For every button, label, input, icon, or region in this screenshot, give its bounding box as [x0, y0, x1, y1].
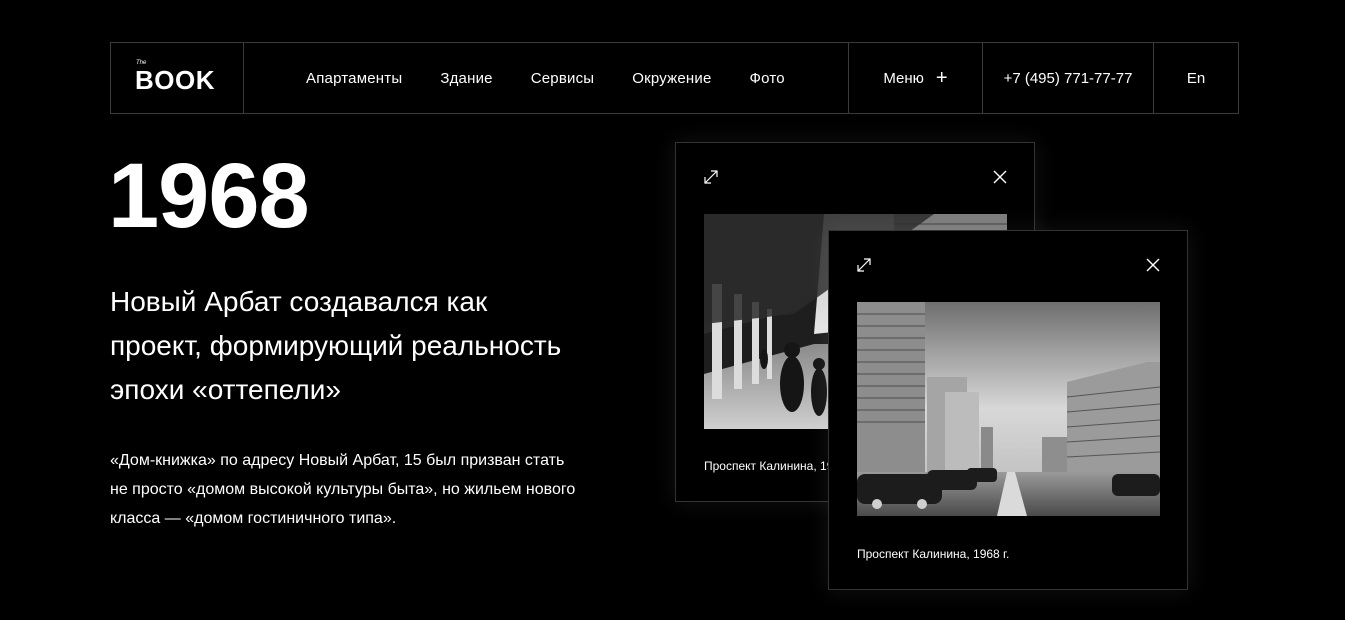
- logo-main-text: BOOK: [135, 65, 215, 95]
- photo-card: Проспект Калинина, 1968 г.: [828, 230, 1188, 590]
- nav-link-surroundings[interactable]: Окружение: [632, 70, 711, 87]
- menu-button[interactable]: Меню +: [848, 43, 982, 113]
- page-title-year: 1968: [108, 145, 310, 247]
- main-nav: Апартаменты Здание Сервисы Окружение Фот…: [244, 43, 848, 113]
- nav-link-apartments[interactable]: Апартаменты: [306, 70, 402, 87]
- nav-link-services[interactable]: Сервисы: [531, 70, 595, 87]
- nav-link-building[interactable]: Здание: [440, 70, 492, 87]
- close-icon[interactable]: [1146, 258, 1160, 272]
- expand-icon[interactable]: [857, 258, 871, 272]
- close-icon[interactable]: [993, 170, 1007, 184]
- description-text: «Дом-книжка» по адресу Новый Арбат, 15 б…: [110, 452, 576, 527]
- archive-photo: [857, 302, 1160, 516]
- expand-icon[interactable]: [704, 170, 718, 184]
- logo[interactable]: The BOOK: [111, 43, 244, 113]
- site-header: The BOOK Апартаменты Здание Сервисы Окру…: [110, 42, 1239, 114]
- phone-link[interactable]: +7 (495) 771-77-77: [982, 43, 1153, 113]
- nav-link-photo[interactable]: Фото: [750, 70, 785, 87]
- menu-label: Меню: [883, 69, 924, 87]
- language-switch[interactable]: En: [1153, 43, 1238, 113]
- photo-caption: Проспект Калинина, 1968 г.: [857, 547, 1010, 561]
- lead-text: Новый Арбат создавался как проект, форми…: [110, 286, 562, 405]
- plus-icon: +: [935, 67, 948, 89]
